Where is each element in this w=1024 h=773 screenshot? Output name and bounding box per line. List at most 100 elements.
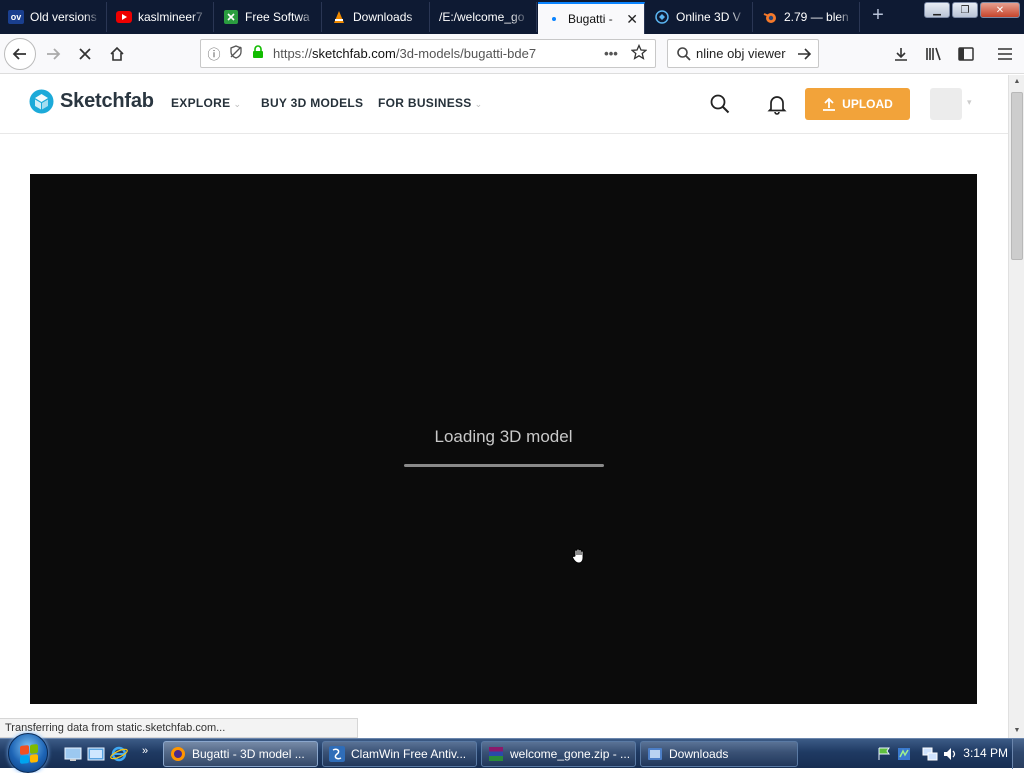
- sketchfab-logo-icon: [29, 89, 54, 114]
- tab-label: Downloads: [353, 10, 413, 24]
- menu-button[interactable]: [990, 39, 1020, 69]
- internet-explorer-icon[interactable]: [110, 745, 128, 763]
- 3d-model-viewer[interactable]: Loading 3D model: [30, 174, 977, 704]
- taskbar-item-downloads[interactable]: Downloads: [640, 741, 798, 767]
- tab-label: kaslmineer7: [138, 10, 203, 24]
- youtube-favicon: [116, 10, 132, 24]
- windows-logo-icon: [20, 744, 38, 764]
- home-button[interactable]: [102, 39, 132, 69]
- oldversion-favicon: ov: [8, 10, 24, 24]
- download-icon: [895, 48, 907, 61]
- home-icon: [110, 46, 124, 61]
- show-desktop-quick-icon[interactable]: [64, 745, 82, 763]
- upload-label: UPLOAD: [842, 97, 893, 111]
- security-flag-icon[interactable]: [876, 746, 892, 762]
- taskbar-item-clamwin[interactable]: ClamWin Free Antiv...: [322, 741, 477, 767]
- loading-text: Loading 3D model: [434, 427, 573, 446]
- browser-tab-strip: ov Old versions kaslmineer7 Free Softwa …: [0, 0, 1024, 34]
- start-button[interactable]: [8, 733, 48, 773]
- new-tab-button[interactable]: +: [866, 4, 890, 28]
- vertical-scrollbar[interactable]: ▲ ▼: [1008, 75, 1024, 738]
- url-text: https://sketchfab.com/3d-models/bugatti-…: [273, 46, 595, 61]
- library-button[interactable]: [919, 39, 949, 69]
- network-icon[interactable]: [922, 746, 938, 762]
- stop-button[interactable]: [70, 39, 100, 69]
- volume-icon[interactable]: [942, 746, 958, 762]
- sketchfab-header: Sketchfab EXPLORE ⌄ BUY 3D MODELS FOR BUS…: [0, 75, 1008, 134]
- back-button[interactable]: [4, 38, 36, 70]
- taskbar-item-winrar[interactable]: welcome_gone.zip - ...: [481, 741, 636, 767]
- search-bar[interactable]: nline obj viewer: [667, 39, 819, 68]
- tab-online-3d[interactable]: Online 3D V: [646, 2, 753, 32]
- nav-business-label: FOR BUSINESS: [378, 96, 472, 110]
- chevron-down-icon[interactable]: ▾: [967, 97, 972, 108]
- notification-bell-icon[interactable]: [766, 93, 788, 120]
- nav-explore[interactable]: EXPLORE ⌄: [171, 96, 241, 110]
- chevron-down-icon: ⌄: [474, 99, 483, 109]
- web-page: Sketchfab EXPLORE ⌄ BUY 3D MODELS FOR BUS…: [0, 75, 1008, 718]
- url-bar[interactable]: ⓘ https://sketchfab.com/3d-models/bugatt…: [200, 39, 656, 68]
- tab-label: /E:/welcome_go: [439, 10, 525, 24]
- restore-icon[interactable]: ❐: [952, 2, 978, 18]
- softpedia-favicon: [223, 10, 239, 24]
- explorer-quick-icon[interactable]: [87, 745, 105, 763]
- folder-icon: [648, 748, 662, 760]
- downloads-button[interactable]: [886, 39, 916, 69]
- nav-buy-3d-models[interactable]: BUY 3D MODELS: [261, 96, 363, 110]
- tab-bugatti[interactable]: Bugatti - ✕: [538, 2, 645, 34]
- status-bar: Transferring data from static.sketchfab.…: [0, 718, 358, 738]
- loading-progress-bar: [404, 464, 604, 467]
- windows-taskbar: » Bugatti - 3D model ... ClamWin Free An…: [0, 733, 1024, 773]
- forward-arrow-icon: [47, 48, 61, 60]
- tab-label: 2.79 — blen: [784, 10, 849, 24]
- firefox-icon: [171, 747, 185, 761]
- sidebar-button[interactable]: [951, 39, 981, 69]
- forward-button[interactable]: [38, 39, 68, 69]
- tab-free-software[interactable]: Free Softwa: [215, 2, 322, 32]
- bookmark-star-icon[interactable]: [627, 43, 651, 63]
- quicklaunch-more-icon[interactable]: »: [142, 745, 160, 763]
- search-icon[interactable]: [709, 93, 731, 120]
- upload-button[interactable]: UPLOAD: [805, 88, 910, 120]
- navigation-toolbar: ⓘ https://sketchfab.com/3d-models/bugatt…: [0, 34, 1024, 74]
- show-desktop-button[interactable]: [1012, 739, 1024, 769]
- taskbar-item-label: welcome_gone.zip - ...: [510, 747, 631, 761]
- library-icon: [926, 47, 941, 61]
- clamwin-icon: [329, 746, 345, 762]
- sketchfab-logo[interactable]: Sketchfab: [29, 89, 154, 114]
- lock-icon[interactable]: [249, 45, 267, 62]
- scroll-up-icon[interactable]: ▲: [1009, 75, 1024, 89]
- tab-downloads[interactable]: Downloads: [323, 2, 430, 32]
- url-host: sketchfab.com: [312, 46, 396, 61]
- scrollbar-thumb[interactable]: [1011, 92, 1023, 260]
- taskbar-item-label: Bugatti - 3D model ...: [192, 747, 305, 761]
- taskbar-item-firefox[interactable]: Bugatti - 3D model ...: [163, 741, 318, 767]
- nav-buy-label: BUY 3D MODELS: [261, 96, 364, 110]
- nav-explore-label: EXPLORE: [171, 96, 231, 110]
- tab-file[interactable]: /E:/welcome_go: [431, 2, 537, 32]
- page-actions-icon[interactable]: •••: [599, 46, 623, 61]
- taskbar-item-label: ClamWin Free Antiv...: [351, 747, 467, 761]
- close-window-icon[interactable]: ✕: [980, 2, 1020, 18]
- loading-dot-icon: [546, 12, 562, 26]
- tab-label: Online 3D V: [676, 10, 741, 24]
- window-controls: ▁ ❐ ✕: [924, 2, 1020, 18]
- tracking-protection-icon[interactable]: [227, 45, 245, 62]
- search-input[interactable]: nline obj viewer: [696, 46, 796, 61]
- go-arrow-icon[interactable]: [796, 46, 812, 62]
- system-clock[interactable]: 3:14 PM: [963, 746, 1008, 760]
- tab-blender[interactable]: 2.79 — blen: [754, 2, 860, 32]
- avatar[interactable]: [930, 88, 962, 120]
- info-icon[interactable]: ⓘ: [205, 44, 223, 63]
- taskbar-item-label: Downloads: [669, 747, 729, 761]
- tab-youtube[interactable]: kaslmineer7: [108, 2, 214, 32]
- close-tab-icon[interactable]: ✕: [626, 11, 638, 28]
- tab-old-versions[interactable]: ov Old versions: [0, 2, 107, 32]
- nav-for-business[interactable]: FOR BUSINESS ⌄: [378, 96, 482, 110]
- scroll-down-icon[interactable]: ▼: [1009, 724, 1024, 738]
- winrar-icon: [489, 747, 503, 761]
- hamburger-menu-icon: [998, 48, 1012, 60]
- clamwin-tray-icon[interactable]: [896, 746, 912, 762]
- minimize-icon[interactable]: ▁: [924, 2, 950, 18]
- sidebar-icon: [958, 47, 974, 61]
